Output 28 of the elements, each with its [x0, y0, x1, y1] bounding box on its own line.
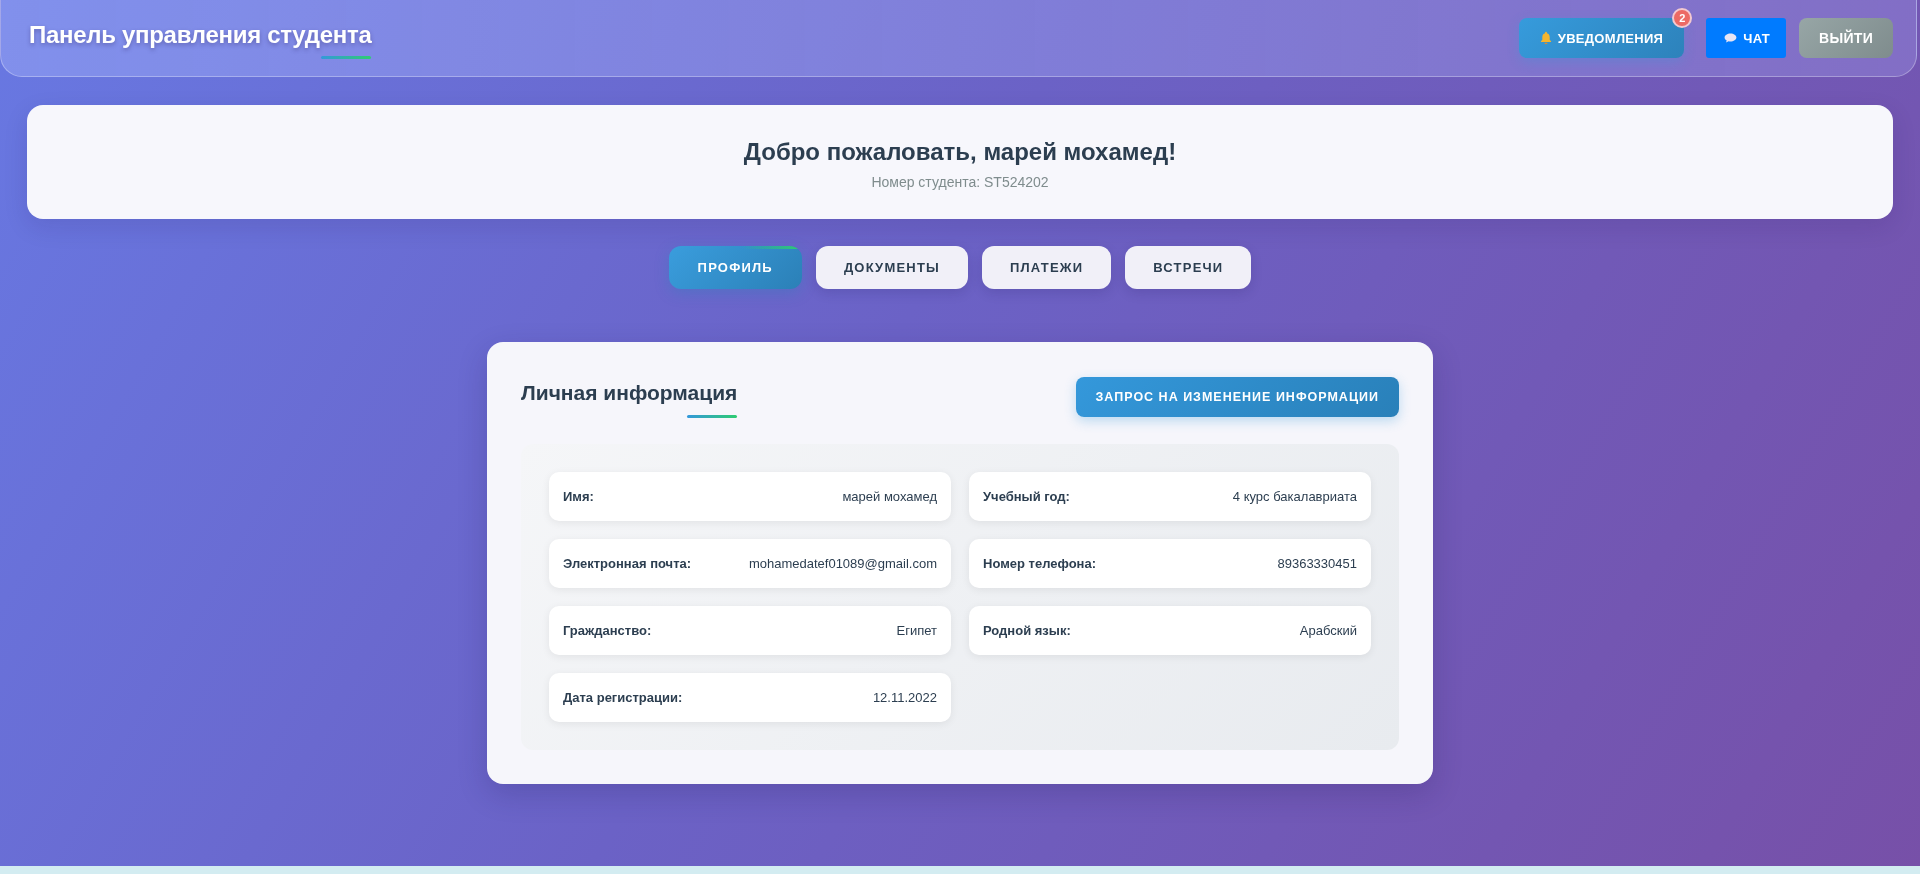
field-value: Арабский	[1299, 623, 1357, 638]
field-label: Учебный год:	[983, 489, 1070, 504]
field-value: Египет	[896, 623, 937, 638]
tab[interactable]: ПЛАТЕЖИ	[981, 246, 1112, 289]
welcome-title: Добро пожаловать, марей мохамед!	[743, 138, 1177, 166]
field-value: 89363330451	[1277, 556, 1357, 571]
section-title: Личная информация	[521, 381, 738, 415]
field-value: 4 курс бакалавриата	[1232, 489, 1357, 504]
speech-bubble-icon	[1724, 33, 1738, 43]
logout-button[interactable]: ВЫЙТИ	[1799, 18, 1893, 58]
chat-button[interactable]: ЧАТ	[1706, 18, 1786, 58]
request-change-button[interactable]: ЗАПРОС НА ИЗМЕНЕНИЕ ИНФОРМАЦИИ	[1075, 377, 1399, 417]
field-label: Гражданство:	[563, 623, 652, 638]
field-value: 12.11.2022	[872, 690, 937, 705]
tab[interactable]: ВСТРЕЧИ	[1125, 246, 1252, 289]
tab[interactable]: ПРОФИЛЬ	[668, 246, 802, 289]
field-label: Имя:	[563, 489, 594, 504]
bell-icon	[1539, 31, 1552, 45]
notification-badge: 2	[1672, 8, 1693, 28]
field-label: Номер телефона:	[983, 556, 1097, 571]
tab[interactable]: ДОКУМЕНТЫ	[815, 246, 968, 289]
field-value: марей мохамед	[842, 489, 937, 504]
app-title: Панель управления студента	[29, 21, 372, 59]
field-label: Электронная почта:	[563, 556, 692, 571]
field-label: Дата регистрации:	[563, 690, 683, 705]
field-value: mohamedatef01089@gmail.com	[748, 556, 937, 571]
student-number: Номер студента: ST524202	[871, 174, 1049, 190]
field-label: Родной язык:	[983, 623, 1071, 638]
